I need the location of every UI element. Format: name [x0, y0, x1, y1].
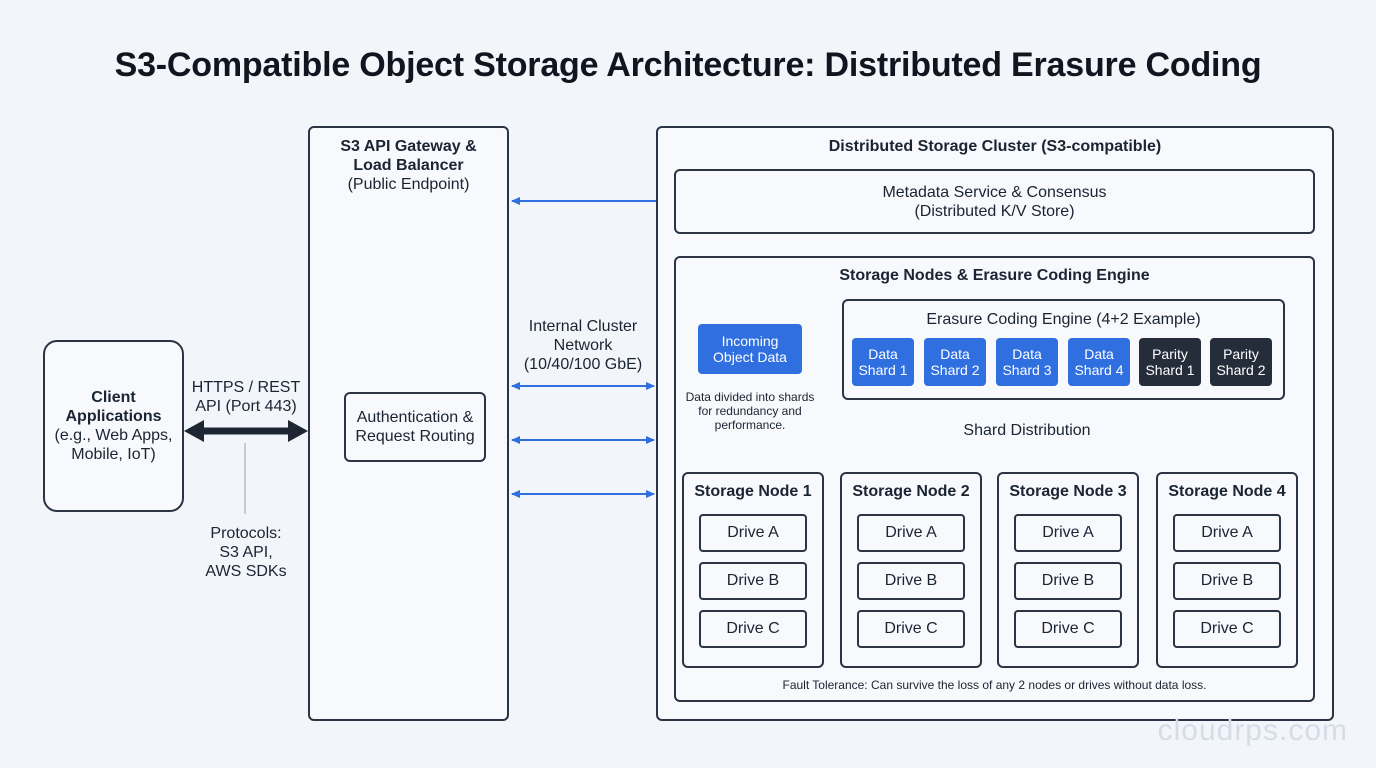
https-line2: API (Port 443)	[195, 398, 297, 415]
data-shard-2[interactable]: Data Shard 2	[924, 338, 986, 386]
protocols-line2: S3 API,	[219, 544, 273, 561]
gateway-title-line1: S3 API Gateway &	[340, 138, 477, 155]
node3-drive-c[interactable]: Drive C	[1014, 610, 1122, 648]
node4-drive-c[interactable]: Drive C	[1173, 610, 1281, 648]
gateway-heading: S3 API Gateway & Load Balancer (Public E…	[310, 137, 507, 194]
cluster-title: Distributed Storage Cluster (S3-compatib…	[828, 138, 1162, 155]
shard-label-bottom: Shard 3	[1002, 362, 1052, 378]
data-shard-1[interactable]: Data Shard 1	[852, 338, 914, 386]
network-line3: (10/40/100 GbE)	[523, 356, 643, 373]
node4-drive-a[interactable]: Drive A	[1173, 514, 1281, 552]
storage-engine-title: Storage Nodes & Erasure Coding Engine	[839, 267, 1150, 284]
gateway-sub: (Public Endpoint)	[347, 176, 470, 193]
storage-node-2-title: Storage Node 2	[852, 483, 970, 500]
auth-routing-box[interactable]: Authentication & Request Routing	[344, 392, 486, 462]
https-line1: HTTPS / REST	[191, 379, 301, 396]
node1-drive-b[interactable]: Drive B	[699, 562, 807, 600]
protocols-line3: AWS SDKs	[205, 563, 287, 580]
shard-label-top: Data	[1084, 346, 1114, 362]
gateway-title-line2: Load Balancer	[353, 157, 464, 174]
protocols-line1: Protocols:	[210, 525, 282, 542]
incoming-note: Data divided into shards for redundancy …	[680, 390, 820, 432]
incoming-line1: Incoming	[721, 333, 779, 349]
node3-drive-a[interactable]: Drive A	[1014, 514, 1122, 552]
storage-node-1-title: Storage Node 1	[694, 483, 812, 500]
metadata-line1: Metadata Service & Consensus	[882, 183, 1107, 201]
shard-label-top: Parity	[1152, 346, 1188, 362]
client-title-line1: Client	[91, 389, 136, 406]
data-shard-3[interactable]: Data Shard 3	[996, 338, 1058, 386]
node2-drive-c[interactable]: Drive C	[857, 610, 965, 648]
auth-line2: Request Routing	[355, 428, 475, 445]
shard-label-bottom: Shard 2	[930, 362, 980, 378]
node2-drive-b[interactable]: Drive B	[857, 562, 965, 600]
node2-drive-a[interactable]: Drive A	[857, 514, 965, 552]
shard-label-bottom: Shard 1	[858, 362, 908, 378]
auth-line1: Authentication &	[356, 409, 474, 426]
https-label: HTTPS / REST API (Port 443)	[186, 378, 306, 416]
incoming-note-line2: for redundancy and	[698, 404, 802, 418]
shard-label-top: Data	[868, 346, 898, 362]
storage-node-4-title: Storage Node 4	[1168, 483, 1286, 500]
incoming-object-data-box[interactable]: Incoming Object Data	[698, 324, 802, 374]
parity-shard-1[interactable]: Parity Shard 1	[1139, 338, 1201, 386]
protocols-label: Protocols: S3 API, AWS SDKs	[186, 524, 306, 581]
ec-engine-title: Erasure Coding Engine (4+2 Example)	[926, 311, 1201, 328]
fault-tolerance-note: Fault Tolerance: Can survive the loss of…	[782, 678, 1207, 692]
node1-drive-a[interactable]: Drive A	[699, 514, 807, 552]
client-gateway-arrow	[184, 420, 308, 442]
shard-label-bottom: Shard 1	[1145, 362, 1195, 378]
storage-node-3-title: Storage Node 3	[1009, 483, 1127, 500]
node4-drive-b[interactable]: Drive B	[1173, 562, 1281, 600]
network-line1: Internal Cluster	[528, 318, 638, 335]
client-sub-line1: (e.g., Web Apps,	[54, 427, 173, 444]
client-applications-box[interactable]: Client Applications (e.g., Web Apps, Mob…	[43, 340, 184, 512]
parity-shard-2[interactable]: Parity Shard 2	[1210, 338, 1272, 386]
node1-drive-c[interactable]: Drive C	[699, 610, 807, 648]
metadata-line2: (Distributed K/V Store)	[914, 202, 1075, 220]
metadata-service-box[interactable]: Metadata Service & Consensus (Distribute…	[674, 169, 1315, 234]
shard-label-top: Parity	[1223, 346, 1259, 362]
network-label: Internal Cluster Network (10/40/100 GbE)	[512, 317, 654, 374]
incoming-line2: Object Data	[713, 349, 787, 365]
incoming-note-line1: Data divided into shards	[685, 390, 815, 404]
incoming-note-line3: performance.	[714, 418, 786, 432]
network-line2: Network	[553, 337, 613, 354]
shard-label-bottom: Shard 2	[1216, 362, 1266, 378]
shard-distribution-label: Shard Distribution	[955, 421, 1099, 440]
node3-drive-b[interactable]: Drive B	[1014, 562, 1122, 600]
client-title-line2: Applications	[65, 408, 162, 425]
shard-label-top: Data	[1012, 346, 1042, 362]
watermark: cloudrps.com	[1157, 714, 1348, 747]
data-shard-4[interactable]: Data Shard 4	[1068, 338, 1130, 386]
shard-label-top: Data	[940, 346, 970, 362]
client-sub-line2: Mobile, IoT)	[71, 446, 156, 463]
shard-label-bottom: Shard 4	[1074, 362, 1124, 378]
